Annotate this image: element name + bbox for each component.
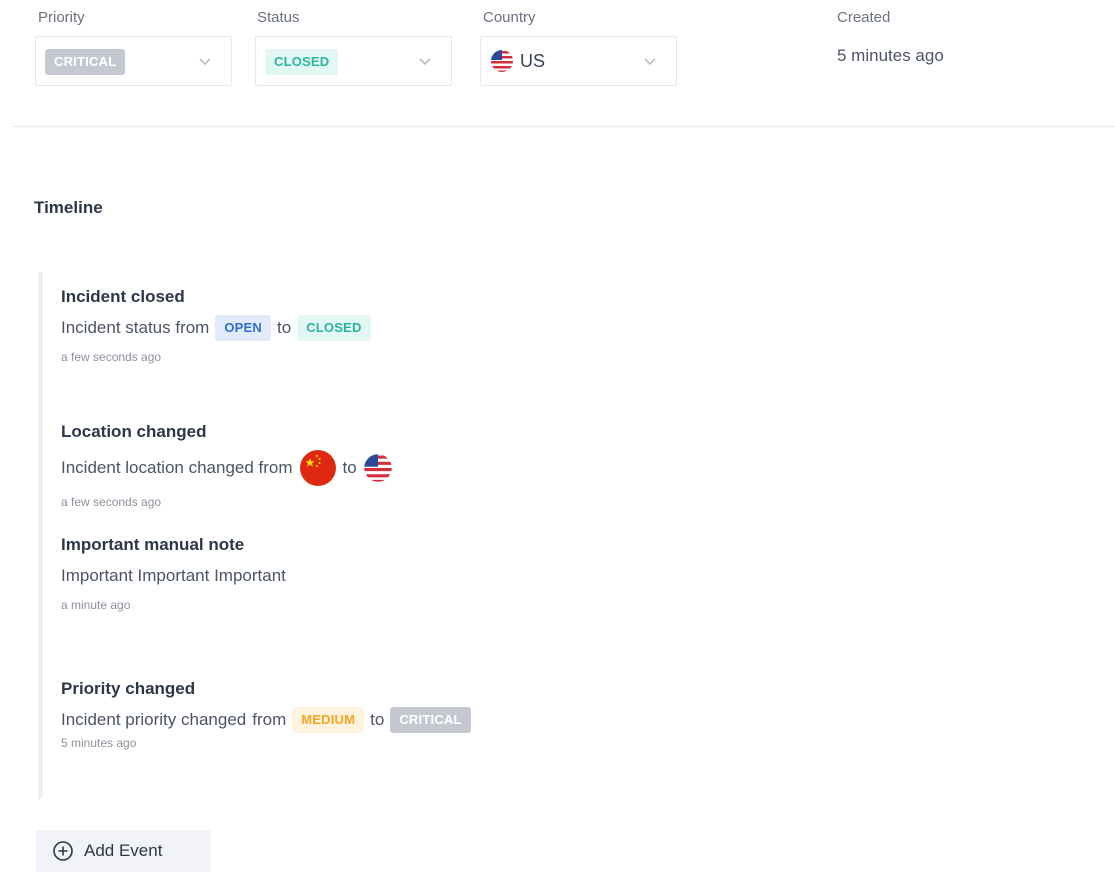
event-time: a few seconds ago <box>61 495 162 509</box>
timeline-event: Location changed Incident location chang… <box>61 421 393 509</box>
event-body: Incident priority changed from MEDIUM to… <box>61 706 471 734</box>
country-select[interactable]: US <box>480 36 677 86</box>
chevron-down-icon <box>199 58 211 66</box>
country-value: US <box>520 50 546 71</box>
medium-badge: MEDIUM <box>292 707 365 733</box>
event-text: to <box>342 458 357 477</box>
event-text: Important Important Important <box>61 566 286 585</box>
chevron-down-icon <box>419 58 431 66</box>
event-title: Location changed <box>61 422 207 441</box>
event-body: Incident status from OPEN to CLOSED <box>61 314 371 342</box>
us-flag-icon <box>363 454 392 482</box>
timeline-title: Timeline <box>34 198 103 217</box>
event-body: Important Important Important <box>61 562 286 590</box>
timeline-event: Priority changed Incident priority chang… <box>61 678 471 750</box>
timeline-event: Important manual note Important Importan… <box>61 534 286 612</box>
event-body: Incident location changed from to <box>61 449 393 487</box>
divider <box>12 126 1115 127</box>
closed-badge: CLOSED <box>297 315 371 341</box>
status-value-badge: CLOSED <box>265 49 339 75</box>
critical-badge: CRITICAL <box>390 707 471 733</box>
event-text: Incident status from <box>61 318 210 337</box>
add-event-button[interactable]: Add Event <box>36 830 211 872</box>
open-badge: OPEN <box>215 315 271 341</box>
add-event-label: Add Event <box>84 841 163 860</box>
plus-circle-icon <box>53 841 73 861</box>
priority-value-badge: CRITICAL <box>45 49 126 75</box>
event-text: from <box>252 710 287 729</box>
created-label: Created <box>837 9 891 26</box>
created-value: 5 minutes ago <box>837 46 944 65</box>
event-text: Incident priority changed <box>61 710 247 729</box>
us-flag-icon <box>491 50 513 72</box>
priority-label: Priority <box>38 9 85 26</box>
chevron-down-icon <box>644 58 656 66</box>
priority-select[interactable]: CRITICAL <box>35 36 232 86</box>
event-time: a few seconds ago <box>61 350 162 364</box>
timeline-event: Incident closed Incident status from OPE… <box>61 286 371 364</box>
event-time: a minute ago <box>61 598 131 612</box>
event-title: Priority changed <box>61 679 196 698</box>
status-select[interactable]: CLOSED <box>255 36 452 86</box>
china-flag-icon <box>299 450 336 486</box>
country-label: Country <box>483 9 536 26</box>
event-title: Important manual note <box>61 535 245 554</box>
event-text: to <box>370 710 385 729</box>
event-time: 5 minutes ago <box>61 736 137 750</box>
event-text: Incident location changed from <box>61 458 293 477</box>
status-label: Status <box>257 9 300 26</box>
event-title: Incident closed <box>61 287 185 306</box>
timeline-rail <box>38 272 43 799</box>
event-text: to <box>277 318 292 337</box>
